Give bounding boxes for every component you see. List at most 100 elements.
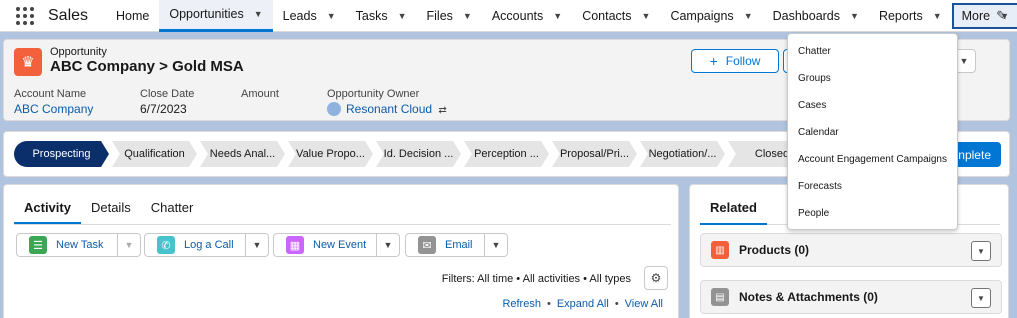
nav-item-label: More xyxy=(961,9,991,23)
chevron-down-icon[interactable]: ▼ xyxy=(553,11,562,21)
nav-item-opportunities[interactable]: Opportunities ▼ xyxy=(159,0,273,32)
related-list-products: ▥ Products (0) ▼ xyxy=(700,233,1002,267)
new-task-dropdown[interactable]: ▼ xyxy=(117,233,141,257)
record-name: ABC Company > Gold MSA xyxy=(50,58,244,75)
chevron-down-icon[interactable]: ▼ xyxy=(971,241,991,261)
nav-item-dashboards[interactable]: Dashboards ▼ xyxy=(763,0,869,32)
menu-item-people[interactable]: People xyxy=(788,200,957,227)
nav-item-label: Files xyxy=(426,8,453,23)
change-owner-icon[interactable]: ⇄ xyxy=(438,105,446,116)
path-stage-negotiation-review[interactable]: Negotiation/... xyxy=(640,141,725,167)
path-stage-perception-analysis[interactable]: Perception ... xyxy=(464,141,549,167)
new-event-dropdown[interactable]: ▼ xyxy=(376,233,400,257)
nav-item-campaigns[interactable]: Campaigns ▼ xyxy=(660,0,762,32)
menu-item-chatter[interactable]: Chatter xyxy=(788,38,957,65)
menu-item-groups[interactable]: Groups xyxy=(788,65,957,92)
task-icon: ☰ xyxy=(29,236,47,254)
path-stage-id-decision-makers[interactable]: Id. Decision ... xyxy=(376,141,461,167)
close-date-value: 6/7/2023 xyxy=(140,102,187,116)
tab-activity[interactable]: Activity xyxy=(14,197,81,224)
email-dropdown[interactable]: ▼ xyxy=(484,233,508,257)
notes-icon: ▤ xyxy=(711,288,729,306)
nav-item-label: Leads xyxy=(282,8,317,23)
chevron-down-icon[interactable]: ▼ xyxy=(933,11,942,21)
nav-item-label: Reports xyxy=(878,8,923,23)
chevron-down-icon[interactable]: ▼ xyxy=(850,11,859,21)
tab-details[interactable]: Details xyxy=(81,197,141,224)
chevron-down-icon[interactable]: ▼ xyxy=(254,9,263,19)
nav-item-label: Home xyxy=(116,8,150,23)
nav-item-contacts[interactable]: Contacts ▼ xyxy=(572,0,660,32)
nav-item-tasks[interactable]: Tasks ▼ xyxy=(346,0,417,32)
email-button[interactable]: ✉ Email xyxy=(405,233,485,257)
opportunity-crown-icon: ♛ xyxy=(14,48,42,76)
follow-button[interactable]: + Follow xyxy=(691,49,779,73)
path-stage-proposal-price-quote[interactable]: Proposal/Pri... xyxy=(552,141,637,167)
menu-item-account-engagement-campaigns[interactable]: Account Engagement Campaigns xyxy=(788,146,957,173)
activity-links: Refresh • Expand All • View All xyxy=(502,298,663,310)
path-stages: Prospecting Qualification Needs Anal... … xyxy=(14,141,819,167)
expand-all-link[interactable]: Expand All xyxy=(557,298,609,310)
new-task-label: New Task xyxy=(56,239,104,251)
chevron-down-icon[interactable]: ▼ xyxy=(327,11,336,21)
menu-item-calendar[interactable]: Calendar xyxy=(788,119,957,146)
phone-icon: ✆ xyxy=(157,236,175,254)
tab-chatter[interactable]: Chatter xyxy=(141,197,204,224)
chevron-down-icon[interactable]: ▼ xyxy=(971,288,991,308)
chevron-down-icon[interactable]: ▼ xyxy=(398,11,407,21)
chevron-down-icon: ▼ xyxy=(491,240,501,250)
new-event-label: New Event xyxy=(313,239,367,251)
chevron-down-icon: ▼ xyxy=(383,240,393,250)
new-task-button[interactable]: ☰ New Task xyxy=(16,233,118,257)
path-stage-needs-analysis[interactable]: Needs Anal... xyxy=(200,141,285,167)
chevron-down-icon[interactable]: ▼ xyxy=(463,11,472,21)
tab-related[interactable]: Related xyxy=(700,197,767,225)
amount-label: Amount xyxy=(241,88,279,100)
refresh-link[interactable]: Refresh xyxy=(502,298,541,310)
plus-icon: + xyxy=(709,53,718,69)
log-call-label: Log a Call xyxy=(184,239,234,251)
activity-card: Activity Details Chatter ☰ New Task ▼ ✆ … xyxy=(3,184,679,318)
chevron-down-icon[interactable]: ▼ xyxy=(642,11,651,21)
nav-item-more[interactable]: More ▼ xyxy=(951,3,1017,29)
nav-item-label: Campaigns xyxy=(670,8,734,23)
filter-settings-gear-icon[interactable]: ⚙ xyxy=(644,266,668,290)
view-all-link[interactable]: View All xyxy=(625,298,663,310)
chevron-down-icon[interactable]: ▼ xyxy=(744,11,753,21)
log-call-button[interactable]: ✆ Log a Call xyxy=(144,233,246,257)
nav-item-leads[interactable]: Leads ▼ xyxy=(273,0,346,32)
envelope-icon: ✉ xyxy=(418,236,436,254)
path-stage-prospecting[interactable]: Prospecting xyxy=(14,141,109,167)
nav-item-label: Opportunities xyxy=(169,7,244,21)
menu-item-forecasts[interactable]: Forecasts xyxy=(788,173,957,200)
app-launcher-icon[interactable] xyxy=(16,6,34,25)
new-event-button[interactable]: ▦ New Event xyxy=(273,233,377,257)
email-label: Email xyxy=(445,239,473,251)
chevron-down-icon: ▼ xyxy=(252,240,262,250)
log-call-dropdown[interactable]: ▼ xyxy=(245,233,269,257)
edit-nav-pencil-icon[interactable]: ✎ xyxy=(996,8,1007,24)
chevron-down-icon: ▼ xyxy=(959,56,969,66)
follow-button-label: Follow xyxy=(725,54,761,68)
more-dropdown-menu: Chatter Groups Cases Calendar Account En… xyxy=(787,33,958,230)
chevron-down-icon: ▼ xyxy=(124,240,134,250)
owner-label: Opportunity Owner xyxy=(327,88,420,100)
related-list-title[interactable]: Products (0) xyxy=(739,243,809,257)
object-type-label: Opportunity xyxy=(50,46,107,58)
account-name-label: Account Name xyxy=(14,88,87,100)
nav-item-accounts[interactable]: Accounts ▼ xyxy=(482,0,572,32)
activity-filters-text: Filters: All time • All activities • All… xyxy=(441,273,631,285)
nav-item-home[interactable]: Home xyxy=(106,0,159,32)
separator: • xyxy=(546,298,551,310)
activity-tabs: Activity Details Chatter xyxy=(14,197,671,225)
account-name-link[interactable]: ABC Company xyxy=(14,102,93,116)
related-list-title[interactable]: Notes & Attachments (0) xyxy=(739,290,878,304)
calendar-icon: ▦ xyxy=(286,236,304,254)
menu-item-cases[interactable]: Cases xyxy=(788,92,957,119)
nav-item-files[interactable]: Files ▼ xyxy=(417,0,482,32)
path-stage-value-proposition[interactable]: Value Propo... xyxy=(288,141,373,167)
owner-link[interactable]: Resonant Cloud xyxy=(346,102,432,116)
nav-item-reports[interactable]: Reports ▼ xyxy=(869,0,952,32)
path-stage-qualification[interactable]: Qualification xyxy=(112,141,197,167)
products-icon: ▥ xyxy=(711,241,729,259)
